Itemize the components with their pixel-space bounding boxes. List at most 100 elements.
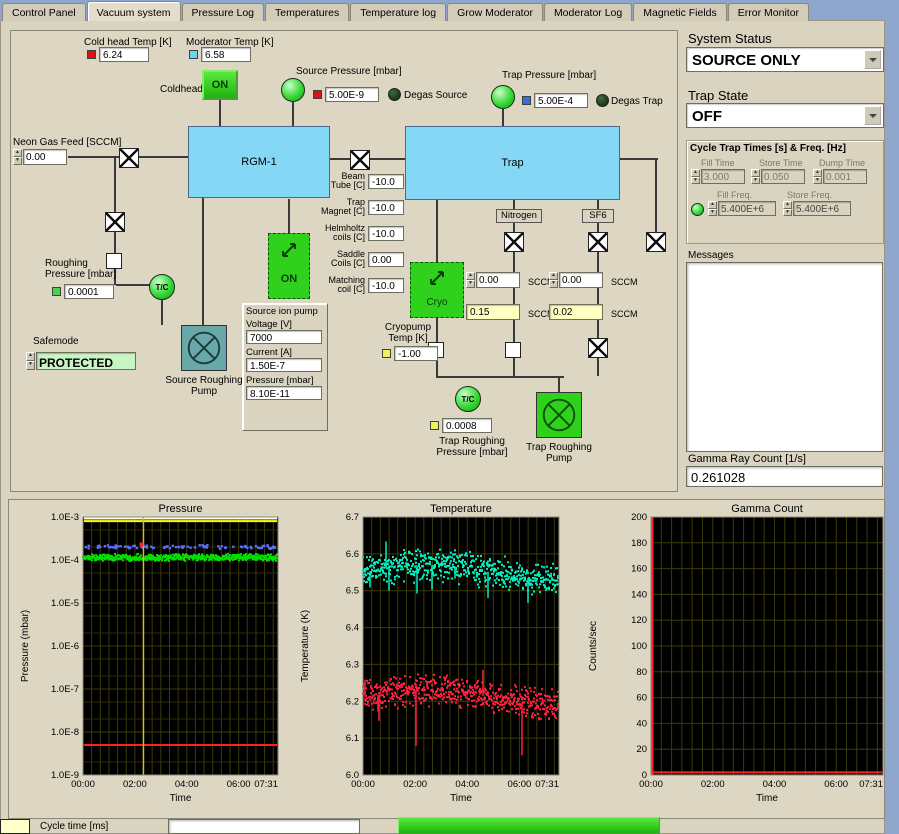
system-status-dropdown[interactable]: SOURCE ONLY	[686, 47, 884, 72]
coldhead-on-button[interactable]: ON	[202, 70, 238, 100]
ion-pump-pressure-label: Pressure [mbar]	[246, 375, 314, 386]
beam-valve-1[interactable]	[119, 148, 139, 168]
moderator-temp-point	[548, 586, 550, 589]
moderator-temp-point	[455, 561, 457, 564]
chevron-down-icon[interactable]	[864, 50, 881, 69]
trap-roughing-valve[interactable]	[588, 338, 608, 358]
sf6-flow-set-value[interactable]: 0.00	[559, 272, 603, 288]
status-button[interactable]	[398, 817, 660, 834]
nitrogen-valve[interactable]	[504, 232, 524, 252]
saddle-coils-value: 0.00	[368, 252, 404, 267]
store-freq-input[interactable]: ▲ ▼ 5.400E+6	[783, 201, 851, 216]
cold-head-temp-point	[385, 683, 387, 686]
nitrogen-isolation-box[interactable]	[505, 342, 521, 358]
helmholtz-coils-value: -10.0	[368, 226, 404, 241]
moderator-temp-point	[553, 587, 555, 590]
spinner-arrows-icon[interactable]: ▲ ▼	[26, 352, 35, 370]
trap-roughing-pressure-point	[150, 545, 153, 548]
sf6-flow-setpoint[interactable]: ▲ ▼ 0.00	[549, 272, 603, 288]
fill-time-value[interactable]: 3.000	[701, 169, 745, 184]
moderator-temp-point	[528, 582, 530, 585]
store-time-value[interactable]: 0.050	[761, 169, 805, 184]
x-tick-label: 06:00	[824, 779, 848, 790]
moderator-temp-point	[401, 565, 403, 568]
moderator-temp-point	[383, 566, 385, 569]
trap-roughing-pressure-point	[272, 545, 275, 549]
moderator-temp-point	[537, 563, 539, 566]
moderator-temp-point	[523, 571, 525, 574]
dump-time-input[interactable]: ▲ ▼ 0.001	[813, 169, 867, 184]
tab-pressure-log[interactable]: Pressure Log	[181, 3, 264, 21]
cold-head-temp-point	[515, 708, 517, 711]
moderator-temp-point	[381, 566, 383, 569]
degas-trap-led[interactable]	[596, 94, 609, 107]
nitrogen-flow-setpoint[interactable]: ▲ ▼ 0.00	[466, 272, 520, 288]
cold-head-temp-point	[492, 691, 494, 694]
spinner-arrows-icon[interactable]: ▲ ▼	[708, 201, 717, 216]
neon-gas-feed-value[interactable]: 0.00	[23, 149, 67, 165]
tab-vacuum-system[interactable]: Vacuum system	[86, 1, 181, 21]
source-roughing-pressure-point	[224, 557, 226, 560]
moderator-temp-point	[419, 578, 421, 581]
source-roughing-pressure-point	[167, 557, 169, 560]
cold-head-temp-point	[432, 689, 434, 692]
cold-head-temp-point	[379, 691, 381, 694]
cold-head-temp-point	[488, 704, 490, 707]
cold-head-temp-point	[452, 697, 454, 700]
cold-head-temp-point	[547, 698, 549, 701]
spinner-arrows-icon[interactable]: ▲ ▼	[691, 169, 700, 184]
tab-temperature-log[interactable]: Temperature log	[350, 3, 447, 21]
safemode-control[interactable]: ▲ ▼ PROTECTED	[26, 352, 136, 370]
cold-head-temp-point	[401, 690, 403, 693]
moderator-temp-point	[538, 571, 540, 574]
spinner-arrows-icon[interactable]: ▲ ▼	[466, 272, 475, 288]
moderator-temp-point	[509, 580, 511, 583]
chevron-down-icon[interactable]	[864, 106, 881, 125]
source-roughing-pressure-point	[227, 552, 229, 555]
cycle-status-led	[691, 203, 704, 216]
ion-pump-switch[interactable]: ON	[268, 233, 310, 299]
beam-valve-2[interactable]	[350, 150, 370, 170]
sf6-valve[interactable]	[588, 232, 608, 252]
moderator-temp-point	[440, 574, 442, 577]
moderator-temp-point	[483, 560, 485, 563]
tab-error-monitor[interactable]: Error Monitor	[727, 3, 810, 21]
safemode-value[interactable]: PROTECTED	[36, 352, 136, 370]
source-roughing-pressure-point	[245, 552, 247, 555]
fill-freq-input[interactable]: ▲ ▼ 5.400E+6	[708, 201, 776, 216]
beamline-exit-valve[interactable]	[646, 232, 666, 252]
cold-head-temp-point	[533, 697, 535, 700]
spinner-arrows-icon[interactable]: ▲ ▼	[751, 169, 760, 184]
moderator-temp-point	[475, 568, 477, 571]
tab-grow-moderator[interactable]: Grow Moderator	[447, 3, 543, 21]
store-time-input[interactable]: ▲ ▼ 0.050	[751, 169, 805, 184]
cryo-pump-switch[interactable]: Cryo	[410, 262, 464, 318]
cold-head-temp-point	[412, 685, 414, 688]
cold-head-temp-point	[433, 696, 435, 699]
tab-moderator-log[interactable]: Moderator Log	[543, 3, 633, 21]
roughing-valve[interactable]	[105, 212, 125, 232]
moderator-temp-point	[448, 564, 450, 567]
nitrogen-flow-set-value[interactable]: 0.00	[476, 272, 520, 288]
spinner-arrows-icon[interactable]: ▲ ▼	[813, 169, 822, 184]
cold-head-temp-point	[441, 683, 443, 686]
tab-temperatures[interactable]: Temperatures	[265, 3, 350, 21]
tab-magnetic-fields[interactable]: Magnetic Fields	[633, 3, 727, 21]
neon-gas-feed-input[interactable]: ▲ ▼ 0.00	[13, 149, 67, 165]
trap-roughing-pressure-point	[171, 544, 175, 548]
dump-time-value[interactable]: 0.001	[823, 169, 867, 184]
temperature-plot: Temperature6.06.16.26.36.46.56.66.700:00…	[300, 503, 560, 804]
tab-control-panel[interactable]: Control Panel	[2, 3, 86, 21]
spinner-arrows-icon[interactable]: ▲ ▼	[13, 149, 22, 165]
x-tick-label: 02:00	[123, 779, 147, 790]
trap-state-dropdown[interactable]: OFF	[686, 103, 884, 128]
fill-freq-value[interactable]: 5.400E+6	[718, 201, 776, 216]
cold-head-temp-point	[426, 682, 428, 685]
trap-roughing-pressure-point	[268, 547, 271, 550]
store-freq-value[interactable]: 5.400E+6	[793, 201, 851, 216]
moderator-temp-point	[537, 573, 539, 576]
degas-source-led[interactable]	[388, 88, 401, 101]
spinner-arrows-icon[interactable]: ▲ ▼	[549, 272, 558, 288]
spinner-arrows-icon[interactable]: ▲ ▼	[783, 201, 792, 216]
fill-time-input[interactable]: ▲ ▼ 3.000	[691, 169, 745, 184]
